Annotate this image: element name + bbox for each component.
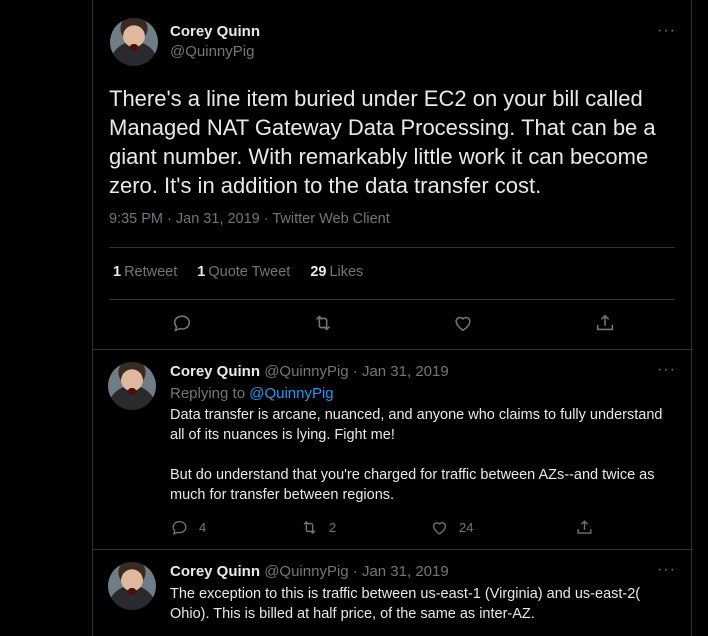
- tweet-stats: 1 Retweet 1 Quote Tweet 29 Likes: [113, 264, 363, 280]
- retweet-icon[interactable]: [300, 518, 319, 537]
- avatar[interactable]: [108, 362, 156, 410]
- tweet-timestamp[interactable]: 9:35 PM · Jan 31, 2019 · Twitter Web Cli…: [109, 211, 390, 227]
- retweet-icon[interactable]: [312, 312, 334, 334]
- more-options-icon[interactable]: ···: [657, 361, 676, 379]
- likes-stat[interactable]: 29 Likes: [310, 264, 363, 280]
- author-name[interactable]: Corey Quinn: [170, 23, 260, 40]
- like-count: 24: [459, 520, 474, 535]
- reply-actions: 4 2 24: [170, 518, 630, 538]
- like-action[interactable]: 24: [430, 518, 473, 537]
- quotes-stat[interactable]: 1 Quote Tweet: [197, 264, 290, 280]
- reply-header: Corey Quinn @QuinnyPig · Jan 31, 2019: [170, 563, 449, 580]
- reply-count: 4: [199, 520, 207, 535]
- replying-to-link[interactable]: @QuinnyPig: [249, 385, 333, 402]
- reply-tweet[interactable]: Corey Quinn @QuinnyPig · Jan 31, 2019 ··…: [93, 350, 693, 550]
- replying-to: Replying to @QuinnyPig: [170, 385, 334, 402]
- tweet-actions: [93, 312, 693, 338]
- retweet-count: 2: [329, 520, 337, 535]
- author-handle[interactable]: @QuinnyPig: [170, 43, 254, 60]
- reply-icon[interactable]: [170, 518, 189, 537]
- retweets-stat[interactable]: 1 Retweet: [113, 264, 177, 280]
- share-icon[interactable]: [594, 312, 616, 334]
- tweet-text: Data transfer is arcane, nuanced, and an…: [170, 407, 663, 443]
- author-handle[interactable]: @QuinnyPig · Jan 31, 2019: [264, 563, 449, 580]
- divider: [109, 247, 675, 248]
- divider: [109, 299, 675, 300]
- more-options-icon[interactable]: ···: [657, 22, 676, 40]
- share-icon[interactable]: [575, 518, 594, 537]
- author-name[interactable]: Corey Quinn: [170, 363, 260, 380]
- avatar[interactable]: [110, 18, 158, 66]
- tweet-thread-column: Corey Quinn @QuinnyPig ··· There's a lin…: [92, 0, 693, 636]
- author-handle[interactable]: @QuinnyPig · Jan 31, 2019: [264, 363, 449, 380]
- retweet-action[interactable]: 2: [300, 518, 336, 537]
- more-options-icon[interactable]: ···: [657, 561, 676, 579]
- author-name[interactable]: Corey Quinn: [170, 563, 260, 580]
- avatar[interactable]: [108, 562, 156, 610]
- reply-header: Corey Quinn @QuinnyPig · Jan 31, 2019: [170, 363, 449, 380]
- tweet-text: But do understand that you're charged fo…: [170, 467, 655, 503]
- tweet-text: There's a line item buried under EC2 on …: [109, 86, 656, 198]
- reply-icon[interactable]: [171, 312, 193, 334]
- reply-action[interactable]: 4: [170, 518, 206, 537]
- reply-tweet[interactable]: Corey Quinn @QuinnyPig · Jan 31, 2019 ··…: [93, 550, 693, 636]
- heart-icon[interactable]: [452, 312, 474, 334]
- heart-icon[interactable]: [430, 518, 449, 537]
- tweet-text: The exception to this is traffic between…: [170, 586, 641, 622]
- share-action[interactable]: [575, 518, 594, 537]
